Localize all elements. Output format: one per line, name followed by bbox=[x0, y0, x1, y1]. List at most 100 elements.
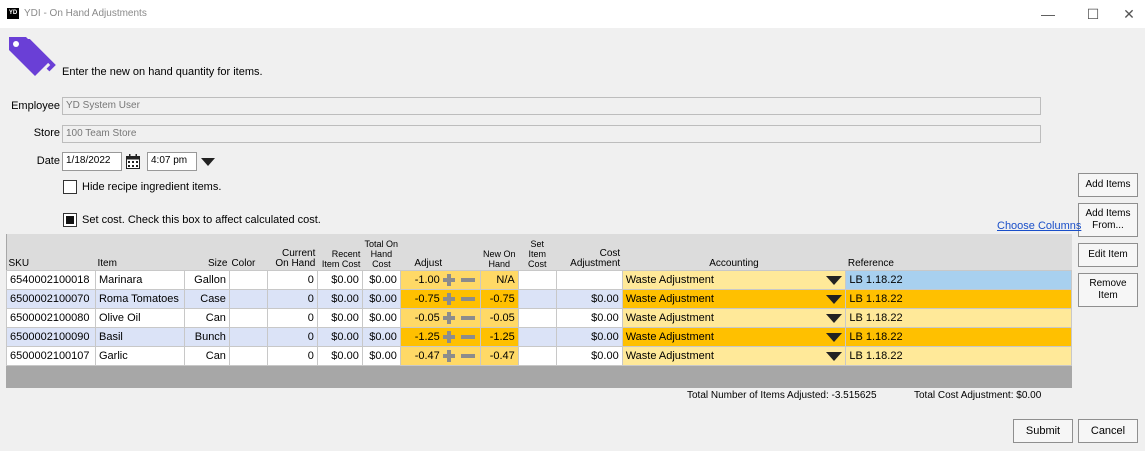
cell-reference[interactable]: LB 1.18.22 bbox=[845, 270, 1072, 290]
cell-current-on-hand[interactable]: 0 bbox=[266, 327, 318, 347]
cell-total-cost[interactable]: $0.00 bbox=[361, 327, 401, 347]
cell-item[interactable]: Olive Oil bbox=[94, 308, 185, 328]
cell-set-item-cost[interactable] bbox=[517, 308, 557, 328]
cell-size[interactable]: Gallon bbox=[183, 270, 230, 290]
cell-current-on-hand[interactable]: 0 bbox=[266, 289, 318, 309]
dropdown-arrow-icon[interactable] bbox=[826, 295, 843, 304]
cell-recent-cost[interactable]: $0.00 bbox=[316, 308, 363, 328]
cell-new-on-hand[interactable]: -0.75 bbox=[479, 289, 519, 309]
plus-minus-icon[interactable] bbox=[442, 293, 477, 306]
cell-reference[interactable]: LB 1.18.22 bbox=[845, 327, 1072, 347]
cell-reference[interactable]: LB 1.18.22 bbox=[845, 289, 1072, 309]
cell-new-on-hand[interactable]: -0.47 bbox=[479, 346, 519, 366]
cell-reference[interactable]: LB 1.18.22 bbox=[845, 346, 1072, 366]
cell-sku[interactable]: 6500002100107 bbox=[6, 346, 96, 366]
cell-sku[interactable]: 6540002100018 bbox=[6, 270, 96, 290]
cell-set-item-cost[interactable] bbox=[517, 270, 557, 290]
cell-total-cost[interactable]: $0.00 bbox=[361, 308, 401, 328]
col-size[interactable]: Size bbox=[184, 234, 230, 271]
date-input[interactable]: 1/18/2022 bbox=[62, 152, 122, 171]
dropdown-arrow-icon[interactable] bbox=[826, 352, 843, 361]
dropdown-arrow-icon[interactable] bbox=[826, 314, 843, 323]
cell-total-cost[interactable]: $0.00 bbox=[361, 270, 401, 290]
cell-cost-adjustment[interactable] bbox=[555, 270, 623, 290]
table-row[interactable]: 6540002100018 Marinara Gallon 0 $0.00 $0.00 -1… bbox=[6, 270, 1072, 290]
adjust-value[interactable]: -1.25 bbox=[415, 331, 440, 343]
cell-item[interactable]: Garlic bbox=[94, 346, 185, 366]
table-row[interactable]: 6500002100080 Olive Oil Can 0 $0.00 $0.00 -0.0… bbox=[6, 308, 1072, 328]
cell-cost-adjustment[interactable]: $0.00 bbox=[555, 346, 623, 366]
cell-adjust[interactable]: -1.00 bbox=[399, 270, 481, 290]
col-reference[interactable]: Reference bbox=[845, 234, 1072, 271]
edit-item-button[interactable]: Edit Item bbox=[1078, 243, 1138, 267]
cell-accounting[interactable]: Waste Adjustment bbox=[621, 346, 847, 366]
cell-recent-cost[interactable]: $0.00 bbox=[316, 289, 363, 309]
adjust-value[interactable]: -0.05 bbox=[415, 312, 440, 324]
cell-set-item-cost[interactable] bbox=[517, 289, 557, 309]
cell-total-cost[interactable]: $0.00 bbox=[361, 289, 401, 309]
employee-field[interactable]: YD System User bbox=[62, 97, 1041, 115]
cell-accounting[interactable]: Waste Adjustment bbox=[621, 308, 847, 328]
cell-size[interactable]: Bunch bbox=[183, 327, 230, 347]
cell-current-on-hand[interactable]: 0 bbox=[266, 270, 318, 290]
cell-item[interactable]: Basil bbox=[94, 327, 185, 347]
cell-set-item-cost[interactable] bbox=[517, 327, 557, 347]
cell-recent-cost[interactable]: $0.00 bbox=[316, 346, 363, 366]
cell-new-on-hand[interactable]: -0.05 bbox=[479, 308, 519, 328]
close-icon[interactable]: ✕ bbox=[1115, 4, 1143, 24]
cell-sku[interactable]: 6500002100080 bbox=[6, 308, 96, 328]
plus-minus-icon[interactable] bbox=[442, 312, 477, 325]
cell-size[interactable]: Can bbox=[183, 308, 230, 328]
table-row[interactable]: 6500002100070 Roma Tomatoes Case 0 $0.00 $0.0… bbox=[6, 289, 1072, 309]
cell-item[interactable]: Marinara bbox=[94, 270, 185, 290]
cancel-button[interactable]: Cancel bbox=[1078, 419, 1138, 443]
plus-minus-icon[interactable] bbox=[442, 274, 477, 287]
cell-color[interactable] bbox=[228, 289, 268, 309]
submit-button[interactable]: Submit bbox=[1013, 419, 1073, 443]
cell-adjust[interactable]: -0.75 bbox=[399, 289, 481, 309]
store-field[interactable]: 100 Team Store bbox=[62, 125, 1041, 143]
cell-accounting[interactable]: Waste Adjustment bbox=[621, 270, 847, 290]
plus-minus-icon[interactable] bbox=[442, 350, 477, 363]
time-dropdown-icon[interactable] bbox=[201, 158, 215, 166]
cell-accounting[interactable]: Waste Adjustment bbox=[621, 289, 847, 309]
cell-size[interactable]: Case bbox=[183, 289, 230, 309]
choose-columns-link[interactable]: Choose Columns bbox=[997, 220, 1081, 232]
cell-new-on-hand[interactable]: N/A bbox=[479, 270, 519, 290]
col-item[interactable]: Item bbox=[95, 234, 185, 271]
cell-size[interactable]: Can bbox=[183, 346, 230, 366]
cell-cost-adjustment[interactable]: $0.00 bbox=[555, 327, 623, 347]
remove-item-button[interactable]: Remove Item bbox=[1078, 273, 1138, 307]
cell-color[interactable] bbox=[228, 308, 268, 328]
cell-current-on-hand[interactable]: 0 bbox=[266, 346, 318, 366]
cell-color[interactable] bbox=[228, 270, 268, 290]
dropdown-arrow-icon[interactable] bbox=[826, 333, 843, 342]
cell-reference[interactable]: LB 1.18.22 bbox=[845, 308, 1072, 328]
cell-cost-adjustment[interactable]: $0.00 bbox=[555, 308, 623, 328]
adjust-value[interactable]: -0.75 bbox=[415, 293, 440, 305]
cell-sku[interactable]: 6500002100090 bbox=[6, 327, 96, 347]
add-items-button[interactable]: Add Items bbox=[1078, 173, 1138, 197]
cell-adjust[interactable]: -0.05 bbox=[399, 308, 481, 328]
table-row[interactable]: 6500002100107 Garlic Can 0 $0.00 $0.00 -0.47 -0… bbox=[6, 346, 1072, 366]
col-color[interactable]: Color bbox=[229, 234, 268, 271]
cell-color[interactable] bbox=[228, 327, 268, 347]
adjust-value[interactable]: -0.47 bbox=[415, 350, 440, 362]
maximize-icon[interactable]: ☐ bbox=[1079, 4, 1107, 24]
table-row[interactable]: 6500002100090 Basil Bunch 0 $0.00 $0.00 -1.25-… bbox=[6, 327, 1072, 347]
cell-set-item-cost[interactable] bbox=[517, 346, 557, 366]
col-set-item-cost[interactable]: Set Item Cost bbox=[518, 234, 557, 271]
cell-color[interactable] bbox=[228, 346, 268, 366]
cell-item[interactable]: Roma Tomatoes bbox=[94, 289, 185, 309]
cell-adjust[interactable]: -1.25 bbox=[399, 327, 481, 347]
dropdown-arrow-icon[interactable] bbox=[826, 276, 843, 285]
time-input[interactable]: 4:07 pm bbox=[147, 152, 197, 171]
cell-recent-cost[interactable]: $0.00 bbox=[316, 327, 363, 347]
cell-new-on-hand[interactable]: -1.25 bbox=[479, 327, 519, 347]
cell-current-on-hand[interactable]: 0 bbox=[266, 308, 318, 328]
col-cost-adjustment[interactable]: Cost Adjustment bbox=[556, 234, 623, 271]
cell-total-cost[interactable]: $0.00 bbox=[361, 346, 401, 366]
add-items-from-button[interactable]: Add Items From... bbox=[1078, 203, 1138, 237]
cell-accounting[interactable]: Waste Adjustment bbox=[621, 327, 847, 347]
col-adjust[interactable]: Adjust bbox=[400, 234, 481, 271]
